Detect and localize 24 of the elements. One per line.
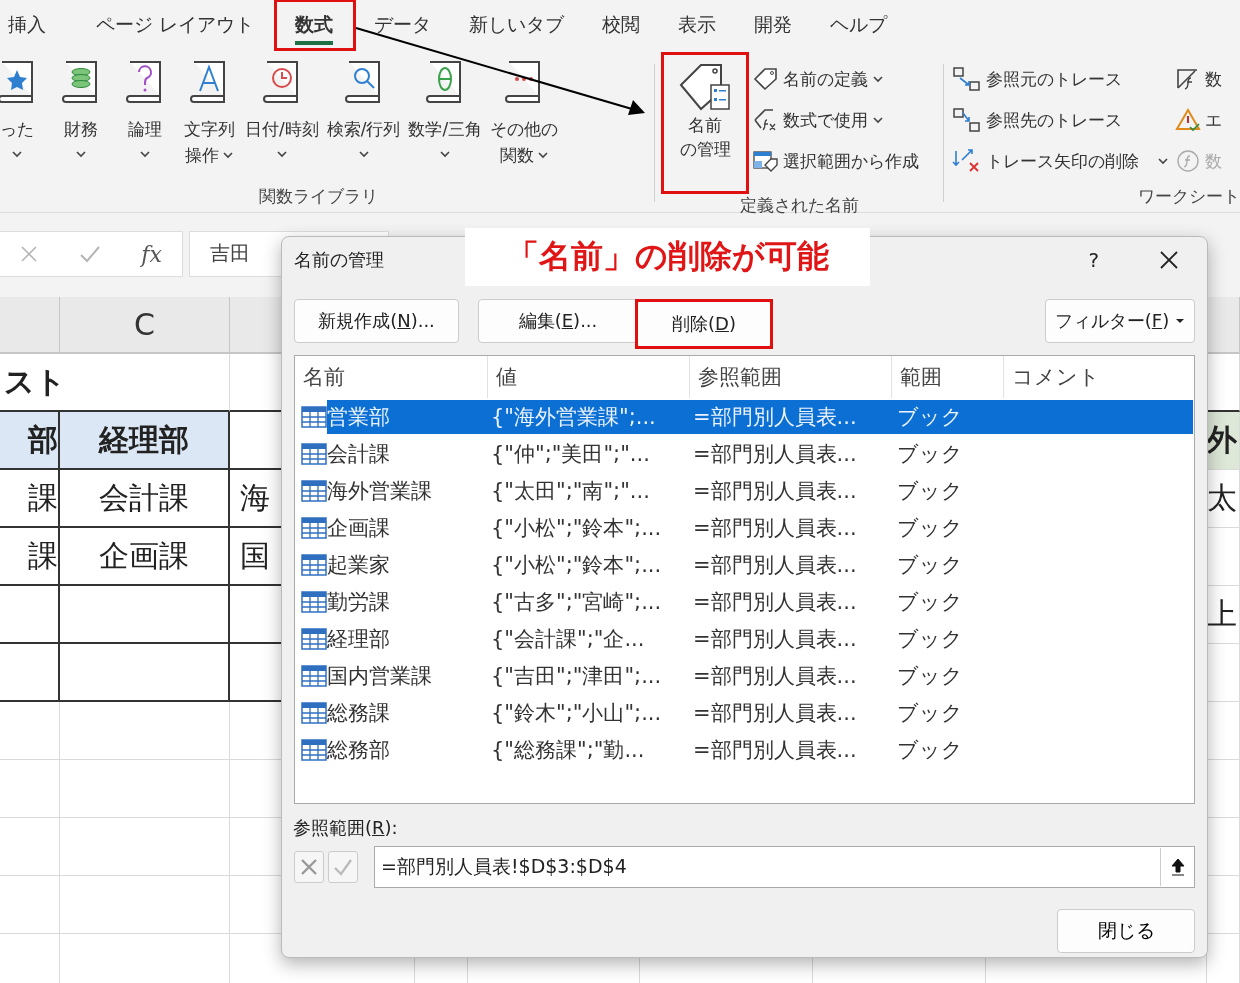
group-label: 関数ライブラリ	[257, 185, 379, 208]
button-label: 関数	[499, 142, 549, 168]
callout-label: 「名前」の削除が可能	[465, 228, 870, 286]
button-label: 論理	[128, 118, 162, 141]
field-label: 参照範囲(R):	[293, 816, 399, 840]
dialog-title: 名前の管理	[294, 248, 384, 272]
sheet-cell: 部	[0, 412, 60, 470]
sheet-cell: 会計課	[60, 470, 230, 528]
group-label: 定義された名前	[738, 194, 860, 217]
button-label: った	[0, 118, 34, 141]
sheet-cell: 外	[1207, 412, 1240, 470]
button-label: 日付/時刻	[245, 118, 319, 141]
table-title: スト	[4, 362, 66, 401]
button-label: 検索/行列	[326, 118, 401, 141]
button-label: 数学/三角	[408, 118, 483, 141]
button-label: 財務	[64, 118, 98, 141]
sheet-cell: 課	[0, 528, 60, 586]
sheet-cell: 課	[0, 470, 60, 528]
button-label: その他の	[490, 118, 559, 141]
sheet-cell: 企画課	[60, 528, 230, 586]
button-label: 操作	[184, 142, 234, 168]
button-label: 文字列	[183, 118, 235, 141]
sheet-cell: 経理部	[60, 412, 230, 470]
group-label: ワークシート	[1137, 185, 1240, 208]
